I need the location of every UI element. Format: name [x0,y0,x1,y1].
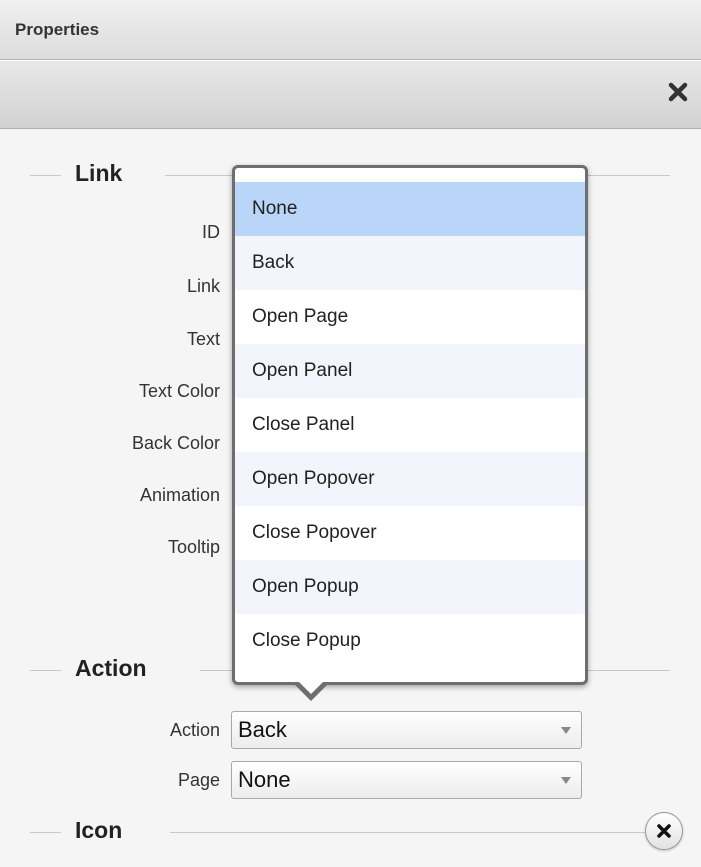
page-select-value: None [238,767,291,792]
dropdown-option-open-panel[interactable]: Open Panel [235,344,585,398]
chevron-down-icon [561,777,571,784]
section-title-action: Action [75,655,147,681]
section-divider [30,670,61,671]
field-label-back-color: Back Color [131,433,220,453]
dropdown-options: None Back Open Page Open Panel Close Pan… [235,182,585,668]
dropdown-option-close-popup[interactable]: Close Popup [235,614,585,668]
dropdown-option-open-popover[interactable]: Open Popover [235,452,585,506]
action-select[interactable]: Back [231,711,582,749]
close-icon[interactable] [667,81,689,103]
properties-header: Properties [0,0,701,60]
section-title-icon: Icon [75,817,123,843]
dropdown-option-close-popover[interactable]: Close Popover [235,506,585,560]
section-divider [30,175,61,176]
panel-toolbar [0,61,701,129]
section-divider [170,832,648,833]
dropdown-option-open-page[interactable]: Open Page [235,290,585,344]
action-dropdown-popup[interactable]: None Back Open Page Open Panel Close Pan… [232,165,588,685]
panel-title: Properties [15,20,100,39]
section-title-link: Link [75,160,123,186]
field-label-page: Page [177,770,220,790]
field-label-tooltip: Tooltip [167,537,220,557]
section-divider [30,832,61,833]
field-label-link: Link [186,276,220,296]
clear-icon-button[interactable] [645,812,683,850]
dropdown-option-open-popup[interactable]: Open Popup [235,560,585,614]
action-select-value: Back [238,717,287,742]
close-icon [657,824,671,838]
field-label-text-color: Text Color [138,381,220,401]
popup-pointer-inner [296,679,326,694]
dropdown-option-close-panel[interactable]: Close Panel [235,398,585,452]
page-select[interactable]: None [231,761,582,799]
field-label-id: ID [202,222,220,242]
chevron-down-icon [561,727,571,734]
field-label-animation: Animation [139,485,220,505]
dropdown-option-none[interactable]: None [235,182,585,236]
dropdown-option-back[interactable]: Back [235,236,585,290]
field-label-text: Text [186,329,220,349]
field-label-action: Action [169,720,220,740]
